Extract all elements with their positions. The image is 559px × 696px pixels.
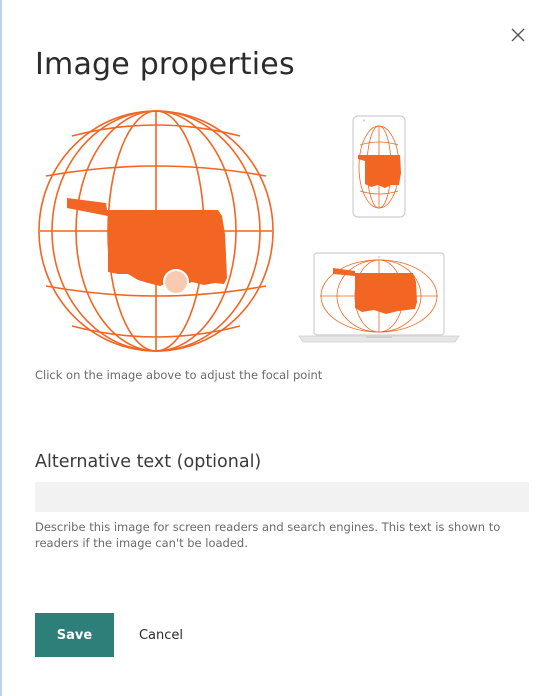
- close-icon[interactable]: [508, 25, 528, 45]
- image-properties-dialog: Image properties Click on the image abov…: [0, 0, 559, 696]
- state-shape: [67, 198, 227, 286]
- save-button[interactable]: Save: [35, 613, 114, 657]
- focal-point-marker[interactable]: [163, 269, 189, 295]
- phone-preview: [352, 115, 406, 218]
- focal-point-hint: Click on the image above to adjust the f…: [35, 368, 323, 382]
- alt-text-help: Describe this image for screen readers a…: [35, 520, 501, 550]
- dialog-title: Image properties: [35, 47, 295, 82]
- alt-text-input[interactable]: [35, 482, 529, 512]
- cancel-button[interactable]: Cancel: [124, 613, 198, 657]
- alt-text-label: Alternative text (optional): [35, 452, 262, 472]
- laptop-preview: [298, 252, 460, 343]
- focal-point-image[interactable]: [36, 106, 276, 356]
